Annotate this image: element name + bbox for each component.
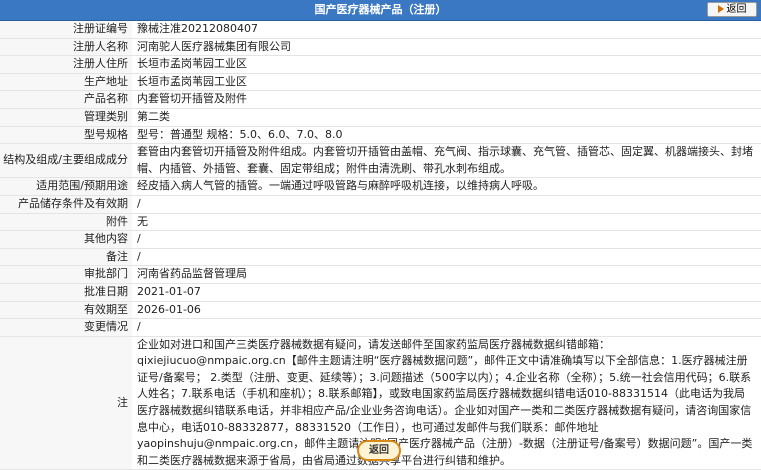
- field-label: 注册人名称: [0, 38, 132, 57]
- detail-row: 其他内容 /: [0, 230, 761, 249]
- detail-row: 型号规格 型号：普通型 规格：5.0、6.0、7.0、8.0: [0, 126, 761, 145]
- field-value: 经皮插入病人气管的插管。一端通过呼吸管路与麻醉呼吸机连接，以维持病人呼吸。: [132, 177, 761, 196]
- field-label: 变更情况: [0, 318, 132, 337]
- detail-row: 适用范围/预期用途 经皮插入病人气管的插管。一端通过呼吸管路与麻醉呼吸机连接，以维…: [0, 177, 761, 196]
- field-label: 生产地址: [0, 73, 132, 92]
- field-value: 长垣市孟岗苇园工业区: [132, 55, 761, 74]
- field-value: /: [132, 230, 761, 249]
- detail-row: 批准日期 2021-01-07: [0, 283, 761, 302]
- detail-row: 审批部门 河南省药品监督管理局: [0, 265, 761, 284]
- page: 国产医疗器械产品（注册） 返回 注册证编号 豫械注准20212080407 注册人名…: [0, 0, 761, 470]
- field-label: 产品储存条件及有效期: [0, 195, 132, 214]
- field-value: /: [132, 248, 761, 267]
- detail-row: 产品储存条件及有效期 /: [0, 195, 761, 214]
- field-label: 批准日期: [0, 283, 132, 302]
- detail-row: 备注 /: [0, 248, 761, 267]
- field-value: /: [132, 318, 761, 337]
- field-label: 结构及组成/主要组成成分: [0, 143, 132, 179]
- detail-row: 注册人住所 长垣市孟岗苇园工业区: [0, 55, 761, 74]
- field-value: /: [132, 195, 761, 214]
- field-label: 管理类别: [0, 108, 132, 127]
- field-label: 备注: [0, 248, 132, 267]
- field-value: 企业如对进口和国产三类医疗器械数据有疑问，请发送邮件至国家药监局医疗器械数据纠错…: [132, 336, 761, 470]
- field-value: 2026-01-06: [132, 301, 761, 320]
- header-bar: 国产医疗器械产品（注册） 返回: [0, 0, 761, 21]
- field-value: 无: [132, 213, 761, 232]
- field-value: 豫械注准20212080407: [132, 21, 761, 39]
- field-value: 长垣市孟岗苇园工业区: [132, 73, 761, 92]
- field-value: 套管由内套管切开插管及附件组成。内套管切开插管由盖帽、充气阀、指示球囊、充气管、…: [132, 143, 761, 179]
- detail-row: 管理类别 第二类: [0, 108, 761, 127]
- detail-row: 结构及组成/主要组成成分 套管由内套管切开插管及附件组成。内套管切开插管由盖帽、充…: [0, 143, 761, 179]
- field-value: 2021-01-07: [132, 283, 761, 302]
- arrow-right-icon: [717, 5, 724, 13]
- field-value: 河南驼人医疗器械集团有限公司: [132, 38, 761, 57]
- detail-row: 附件无: [0, 213, 761, 232]
- field-label: 注册证编号: [0, 21, 132, 39]
- field-label: 其他内容: [0, 230, 132, 249]
- field-label: 注册人住所: [0, 55, 132, 74]
- field-label: 附件: [0, 213, 132, 232]
- detail-row: 注册证编号 豫械注准20212080407: [0, 21, 761, 39]
- detail-table: 注册证编号 豫械注准20212080407 注册人名称 河南驼人医疗器械集团有限公司注…: [0, 21, 761, 470]
- field-label: 注: [0, 336, 132, 470]
- back-button-bottom[interactable]: 返回: [357, 440, 401, 461]
- field-value: 第二类: [132, 108, 761, 127]
- back-button-top[interactable]: 返回: [707, 2, 757, 17]
- field-value: 内套管切开插管及附件: [132, 90, 761, 109]
- back-button-top-label: 返回: [726, 4, 747, 15]
- detail-row: 变更情况 /: [0, 318, 761, 337]
- field-value: 型号：普通型 规格：5.0、6.0、7.0、8.0: [132, 126, 761, 145]
- field-label: 适用范围/预期用途: [0, 177, 132, 196]
- field-label: 有效期至: [0, 301, 132, 320]
- page-title: 国产医疗器械产品（注册）: [314, 3, 447, 16]
- field-value: 河南省药品监督管理局: [132, 265, 761, 284]
- field-label: 产品名称: [0, 90, 132, 109]
- field-label: 审批部门: [0, 265, 132, 284]
- detail-row: 注册人名称 河南驼人医疗器械集团有限公司: [0, 38, 761, 57]
- detail-row: 产品名称 内套管切开插管及附件: [0, 90, 761, 109]
- field-label: 型号规格: [0, 126, 132, 145]
- detail-row: 有效期至 2026-01-06: [0, 301, 761, 320]
- detail-row: 生产地址 长垣市孟岗苇园工业区: [0, 73, 761, 92]
